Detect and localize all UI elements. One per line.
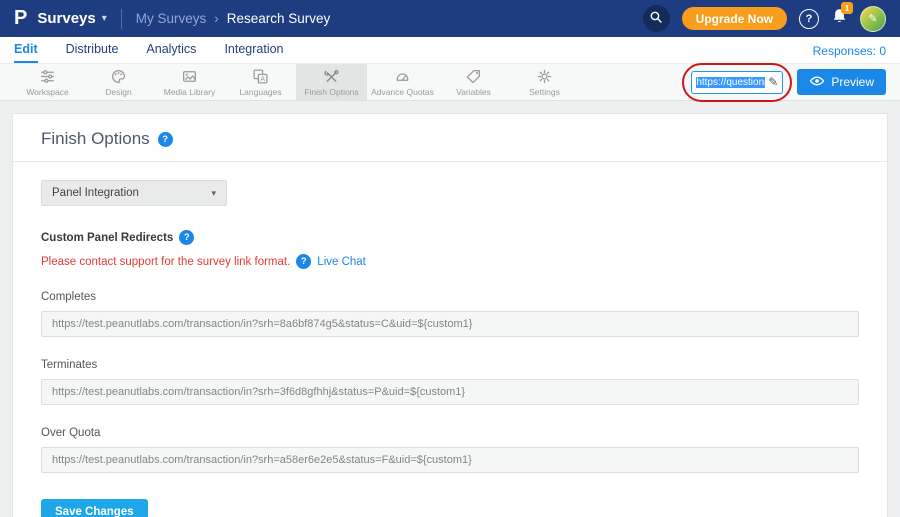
top-header: P Surveys ▾ My Surveys › Research Survey… bbox=[0, 0, 900, 37]
tools-icon bbox=[323, 68, 340, 85]
palette-icon bbox=[110, 68, 127, 85]
product-switcher[interactable]: Surveys ▾ bbox=[37, 10, 106, 27]
live-chat-icon[interactable]: ? bbox=[296, 254, 311, 269]
support-note: Please contact support for the survey li… bbox=[41, 256, 290, 268]
tab-edit[interactable]: Edit bbox=[14, 42, 38, 63]
preview-button[interactable]: Preview bbox=[797, 69, 886, 95]
tab-distribute[interactable]: Distribute bbox=[66, 42, 119, 63]
toolbar-label: Workspace bbox=[26, 87, 68, 97]
toolbar-item-design[interactable]: Design bbox=[83, 64, 154, 100]
toolbar-label: Settings bbox=[529, 87, 560, 97]
translate-icon: A bbox=[252, 68, 269, 85]
breadcrumb: My Surveys › Research Survey bbox=[136, 11, 331, 26]
breadcrumb-my-surveys[interactable]: My Surveys bbox=[136, 11, 207, 26]
redirects-heading-row: Custom Panel Redirects ? bbox=[41, 230, 859, 245]
workspace-icon bbox=[39, 68, 56, 85]
over-quota-input[interactable] bbox=[41, 447, 859, 473]
avatar[interactable]: ✎ bbox=[860, 6, 886, 32]
help-button[interactable]: ? bbox=[799, 9, 819, 29]
toolbar-item-finish-options[interactable]: Finish Options bbox=[296, 64, 367, 100]
dropdown-value: Panel Integration bbox=[52, 187, 139, 199]
search-icon bbox=[649, 10, 663, 27]
redirects-help-icon[interactable]: ? bbox=[179, 230, 194, 245]
tab-analytics[interactable]: Analytics bbox=[146, 42, 196, 63]
terminates-field: Terminates bbox=[41, 359, 859, 405]
search-button[interactable] bbox=[643, 5, 670, 32]
toolbar-right: https://questionpro.com/t/A ✎ Preview bbox=[691, 64, 900, 100]
toolbar-item-workspace[interactable]: Workspace bbox=[12, 64, 83, 100]
question-icon: ? bbox=[806, 13, 813, 25]
redirects-heading: Custom Panel Redirects bbox=[41, 232, 173, 244]
image-icon bbox=[181, 68, 198, 85]
completes-input[interactable] bbox=[41, 311, 859, 337]
edit-toolbar: Workspace Design Media Library bbox=[0, 63, 900, 101]
tag-icon bbox=[465, 68, 482, 85]
card-body: Panel Integration ▾ Custom Panel Redirec… bbox=[13, 162, 887, 517]
finish-options-card: Finish Options ? Panel Integration ▾ Cus… bbox=[12, 113, 888, 517]
toolbar-item-advance-quotas[interactable]: Advance Quotas bbox=[367, 64, 438, 100]
toolbar-item-media-library[interactable]: Media Library bbox=[154, 64, 225, 100]
product-name: Surveys bbox=[37, 10, 95, 27]
toolbar-item-variables[interactable]: Variables bbox=[438, 64, 509, 100]
notifications-button[interactable]: 1 bbox=[831, 8, 848, 29]
terminates-input[interactable] bbox=[41, 379, 859, 405]
over-quota-label: Over Quota bbox=[41, 427, 859, 439]
header-actions: Upgrade Now ? 1 ✎ bbox=[643, 5, 886, 32]
header-divider bbox=[121, 9, 122, 29]
page-title: Finish Options bbox=[41, 129, 150, 149]
card-header: Finish Options ? bbox=[13, 114, 887, 161]
support-note-row: Please contact support for the survey li… bbox=[41, 254, 859, 269]
responses-count: Responses: 0 bbox=[813, 44, 886, 63]
page-area: Finish Options ? Panel Integration ▾ Cus… bbox=[0, 101, 900, 517]
over-quota-field: Over Quota bbox=[41, 427, 859, 473]
live-chat-link[interactable]: Live Chat bbox=[317, 256, 366, 268]
panel-integration-dropdown[interactable]: Panel Integration ▾ bbox=[41, 180, 227, 206]
toolbar-label: Variables bbox=[456, 87, 491, 97]
preview-label: Preview bbox=[831, 75, 874, 89]
completes-label: Completes bbox=[41, 291, 859, 303]
upgrade-now-button[interactable]: Upgrade Now bbox=[682, 7, 787, 30]
tab-integration[interactable]: Integration bbox=[224, 42, 283, 63]
toolbar-label: Finish Options bbox=[304, 87, 358, 97]
avatar-pencil-icon: ✎ bbox=[868, 12, 877, 25]
toolbar-label: Design bbox=[105, 87, 131, 97]
survey-url-text: https://questionpro.com/t/A bbox=[696, 77, 765, 88]
toolbar-item-languages[interactable]: A Languages bbox=[225, 64, 296, 100]
gear-icon bbox=[536, 68, 553, 85]
toolbar-label: Languages bbox=[239, 87, 281, 97]
survey-url-field[interactable]: https://questionpro.com/t/A ✎ bbox=[691, 71, 783, 94]
terminates-label: Terminates bbox=[41, 359, 859, 371]
notification-badge: 1 bbox=[841, 2, 853, 14]
chevron-down-icon: ▾ bbox=[102, 13, 107, 24]
gauge-icon bbox=[394, 68, 411, 85]
completes-field: Completes bbox=[41, 291, 859, 337]
finish-options-help-icon[interactable]: ? bbox=[158, 132, 173, 147]
eye-icon bbox=[809, 75, 825, 90]
toolbar-label: Media Library bbox=[164, 87, 216, 97]
svg-text:A: A bbox=[260, 76, 265, 83]
breadcrumb-current: Research Survey bbox=[227, 11, 331, 26]
survey-nav: Edit Distribute Analytics Integration Re… bbox=[0, 37, 900, 63]
survey-url-wrap: https://questionpro.com/t/A ✎ bbox=[691, 71, 783, 94]
questionpro-logo[interactable]: P bbox=[14, 7, 27, 30]
toolbar-item-settings[interactable]: Settings bbox=[509, 64, 580, 100]
save-changes-button[interactable]: Save Changes bbox=[41, 499, 148, 517]
breadcrumb-separator: › bbox=[214, 11, 219, 26]
toolbar-label: Advance Quotas bbox=[371, 87, 434, 97]
edit-pencil-icon[interactable]: ✎ bbox=[768, 76, 778, 88]
chevron-down-icon: ▾ bbox=[211, 188, 216, 199]
